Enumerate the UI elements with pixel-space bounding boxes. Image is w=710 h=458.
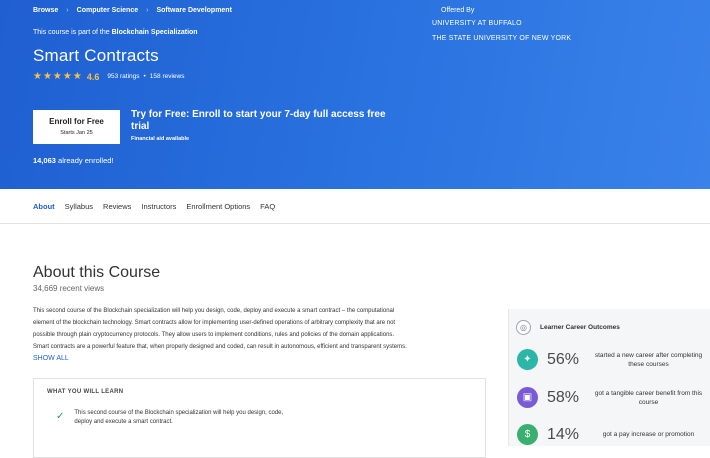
- enrolled-suffix: already enrolled!: [58, 156, 114, 165]
- description-line: Smart contracts are a powerful feature t…: [33, 344, 407, 350]
- free-trial-info: Try for Free: Enroll to start your 7-day…: [131, 109, 391, 142]
- partner-suny[interactable]: The State University of New York: [432, 35, 571, 42]
- target-icon: ◎: [516, 320, 531, 335]
- enroll-button-label: Enroll for Free: [49, 117, 104, 126]
- reviews-count[interactable]: 158 reviews: [150, 73, 185, 80]
- outcome-percent: 58%: [547, 388, 580, 406]
- outcome-percent: 56%: [547, 350, 580, 368]
- specialization-note: This course is part of the Blockchain Sp…: [33, 29, 198, 36]
- outcome-stat-career-benefit: ▣ 58% got a tangible career benefit from…: [517, 387, 710, 408]
- offered-by-label: Offered By: [441, 7, 475, 14]
- tab-enrollment-options[interactable]: Enrollment Options: [186, 198, 250, 215]
- chevron-right-icon: ›: [66, 7, 69, 14]
- career-outcomes-title: Learner Career Outcomes: [540, 324, 620, 331]
- about-heading: About this Course: [33, 264, 161, 281]
- outcome-stat-pay-increase: $ 14% got a pay increase or promotion: [517, 424, 710, 445]
- tab-syllabus[interactable]: Syllabus: [65, 198, 93, 215]
- what-you-will-learn-card: WHAT YOU WILL LEARN ✓ This second course…: [33, 378, 486, 458]
- description-line: element of the blockchain technology. Sm…: [33, 320, 396, 326]
- ratings-count[interactable]: 953 ratings: [107, 73, 139, 80]
- career-outcomes-panel: ◎ Learner Career Outcomes ✦ 56% started …: [508, 309, 710, 446]
- outcome-label: got a pay increase or promotion: [602, 431, 695, 438]
- specialization-prefix: This course is part of the: [33, 29, 110, 36]
- tab-instructors[interactable]: Instructors: [141, 198, 176, 215]
- recent-views: 34,669 recent views: [33, 284, 105, 293]
- tab-faq[interactable]: FAQ: [260, 198, 275, 215]
- tab-reviews[interactable]: Reviews: [103, 198, 131, 215]
- rating-value: 4.6: [86, 71, 100, 82]
- briefcase-icon: ▣: [517, 387, 538, 408]
- free-trial-headline: Try for Free: Enroll to start your 7-day…: [131, 109, 386, 132]
- description-line: This second course of the Blockchain spe…: [33, 308, 395, 314]
- outcome-stat-new-career: ✦ 56% started a new career after complet…: [517, 349, 710, 370]
- financial-aid-link[interactable]: Financial aid available: [131, 136, 391, 142]
- breadcrumb-browse[interactable]: Browse: [33, 7, 58, 14]
- enroll-start-date: Starts Jan 25: [60, 130, 93, 136]
- learn-item: ✓ This second course of the Blockchain s…: [56, 409, 286, 427]
- description-line: possible through plain cryptocurrency pr…: [33, 332, 395, 338]
- checkmark-icon: ✓: [56, 411, 65, 422]
- partner-university-at-buffalo[interactable]: University at Buffalo: [432, 20, 571, 27]
- breadcrumb: Browse › Computer Science › Software Dev…: [33, 7, 232, 14]
- offered-by: Offered By University at Buffalo The Sta…: [432, 7, 571, 50]
- learn-item-text: This second course of the Blockchain spe…: [74, 410, 284, 425]
- career-outcomes-header: ◎ Learner Career Outcomes: [516, 320, 620, 335]
- course-title: Smart Contracts: [33, 46, 159, 65]
- star-rating-icon: ★★★★★: [33, 71, 83, 82]
- outcome-label: got a tangible career benefit from this …: [594, 389, 703, 406]
- chevron-right-icon: ›: [146, 7, 149, 14]
- enrolled-count: 14,063 already enrolled!: [33, 156, 114, 165]
- course-tabs: About Syllabus Reviews Instructors Enrol…: [0, 189, 710, 224]
- course-hero: Browse › Computer Science › Software Dev…: [0, 0, 710, 189]
- outcome-label: started a new career after completing th…: [594, 351, 703, 368]
- enrolled-number: 14,063: [33, 156, 56, 165]
- outcome-percent: 14%: [547, 425, 580, 443]
- learn-heading: WHAT YOU WILL LEARN: [47, 389, 124, 395]
- rating-row: ★★★★★ 4.6 953 ratings • 158 reviews: [33, 71, 184, 82]
- show-all-button[interactable]: SHOW ALL: [33, 355, 69, 362]
- compass-icon: ✦: [517, 349, 538, 370]
- bullet-separator: •: [143, 73, 146, 80]
- breadcrumb-software-development[interactable]: Software Development: [156, 7, 231, 14]
- tab-about[interactable]: About: [33, 198, 55, 215]
- course-description: This second course of the Blockchain spe…: [33, 305, 488, 353]
- specialization-link[interactable]: Blockchain Specialization: [112, 29, 198, 36]
- dollar-icon: $: [517, 424, 538, 445]
- enroll-button[interactable]: Enroll for Free Starts Jan 25: [33, 110, 120, 144]
- breadcrumb-computer-science[interactable]: Computer Science: [77, 7, 138, 14]
